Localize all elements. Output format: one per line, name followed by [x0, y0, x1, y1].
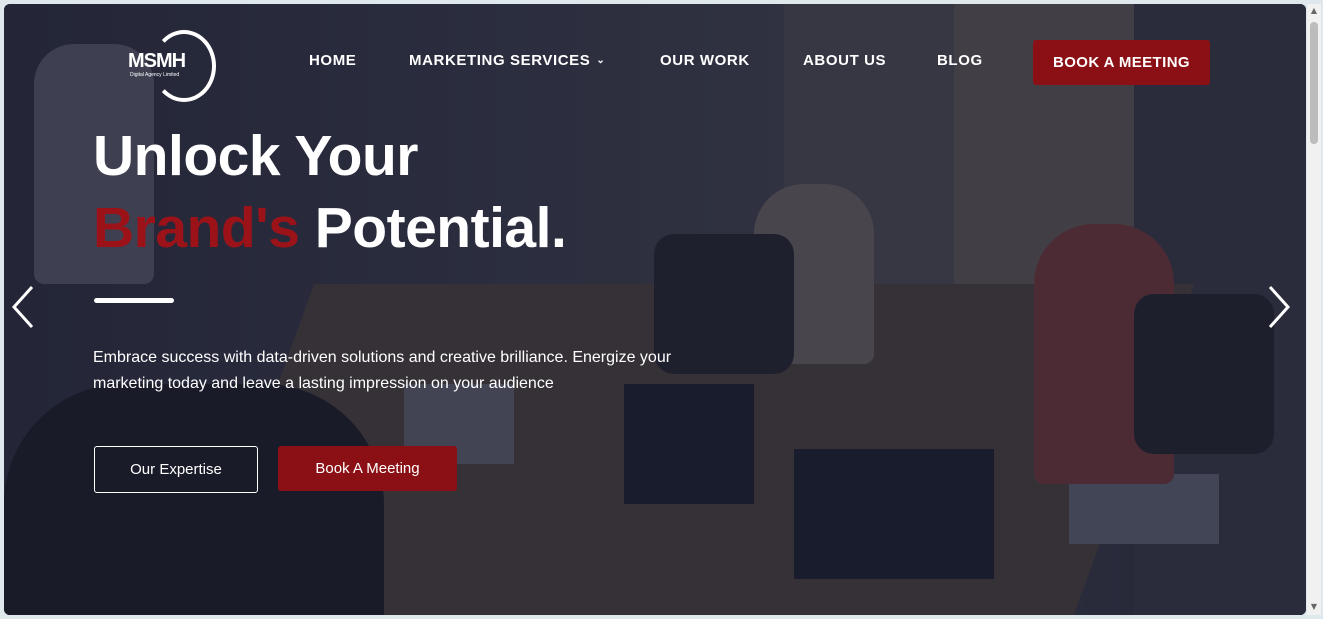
nav-item-about-us[interactable]: ABOUT US: [803, 52, 886, 69]
page-scrollbar[interactable]: ▲ ▼: [1307, 4, 1321, 615]
book-meeting-button[interactable]: Book A Meeting: [278, 446, 457, 491]
logo-text: MSMH: [128, 50, 186, 72]
scrollbar-thumb[interactable]: [1310, 22, 1318, 144]
scroll-down-icon[interactable]: ▼: [1309, 602, 1319, 612]
headline-accent: Brand's: [93, 196, 300, 260]
nav-item-label: MARKETING SERVICES: [409, 52, 591, 69]
chevron-right-icon[interactable]: [1264, 283, 1294, 331]
our-expertise-button[interactable]: Our Expertise: [94, 446, 258, 493]
hero-description: Embrace success with data-driven solutio…: [93, 349, 672, 392]
chevron-left-icon[interactable]: [8, 283, 38, 331]
nav-item-our-work[interactable]: OUR WORK: [660, 52, 750, 69]
nav-item-marketing-services[interactable]: MARKETING SERVICES ⌄: [409, 52, 605, 69]
scroll-up-icon[interactable]: ▲: [1309, 6, 1319, 16]
headline-line1: Unlock Your: [93, 124, 418, 188]
logo-tagline: Digital Agency Limited: [130, 72, 180, 78]
hero-headline: Unlock Your Brand's Potential.: [93, 120, 567, 264]
brand-logo[interactable]: MSMH Digital Agency Limited: [124, 30, 216, 102]
book-meeting-nav-button[interactable]: BOOK A MEETING: [1033, 40, 1210, 85]
headline-divider: [94, 298, 174, 303]
chevron-down-icon: ⌄: [596, 55, 606, 66]
headline-rest: Potential.: [314, 196, 567, 260]
nav-item-blog[interactable]: BLOG: [937, 52, 983, 69]
nav-item-home[interactable]: HOME: [309, 52, 356, 69]
